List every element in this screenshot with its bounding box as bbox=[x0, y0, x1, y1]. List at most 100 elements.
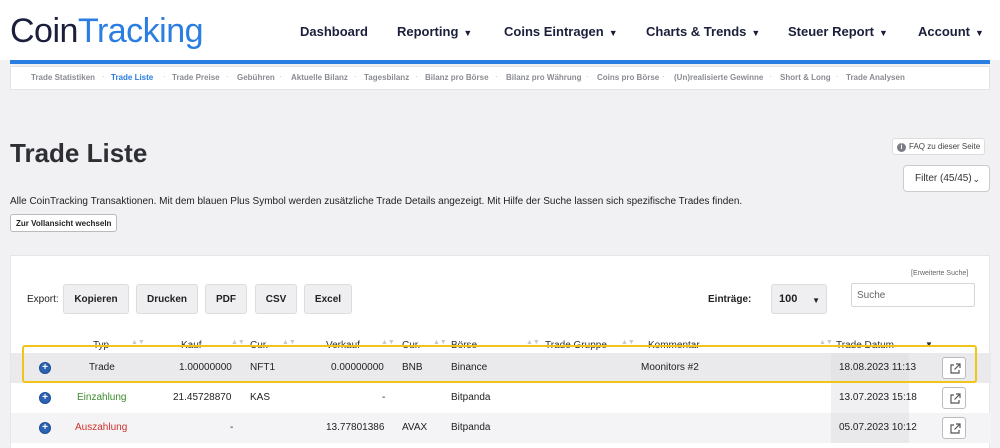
cell-type: Trade bbox=[89, 362, 115, 373]
subnav-aktuelle-bilanz[interactable]: Aktuelle Bilanz bbox=[291, 73, 348, 82]
cell-type: Auszahlung bbox=[75, 422, 128, 433]
col-header-cur-buy[interactable]: Cur. bbox=[250, 340, 268, 351]
nav-reporting[interactable]: Reporting ▼ bbox=[397, 24, 472, 39]
entries-label: Einträge: bbox=[708, 294, 752, 305]
sort-icon: ▲▼ bbox=[381, 339, 395, 346]
sort-icon: ▲▼ bbox=[819, 339, 833, 346]
cell-type: Einzahlung bbox=[77, 392, 127, 403]
cell-date: 18.08.2023 11:13 bbox=[839, 362, 917, 373]
entries-select[interactable]: 100 ▼ bbox=[771, 284, 827, 314]
export-excel-button[interactable]: Excel bbox=[304, 284, 352, 314]
plus-expand-icon[interactable]: + bbox=[39, 392, 51, 404]
cell-buy: 21.45728870 bbox=[173, 392, 232, 403]
col-header-verkauf[interactable]: Verkauf bbox=[326, 340, 360, 351]
plus-expand-icon[interactable]: + bbox=[39, 362, 51, 374]
plus-expand-icon[interactable]: + bbox=[39, 422, 51, 434]
export-print-button[interactable]: Drucken bbox=[136, 284, 198, 314]
caret-down-icon: ▼ bbox=[751, 28, 761, 38]
subnav-trade-analysen[interactable]: Trade Analysen bbox=[846, 73, 905, 82]
table-row[interactable]: + Trade 1.00000000 NFT1 0.00000000 BNB B… bbox=[11, 353, 991, 383]
subnav-gebuehren[interactable]: Gebühren bbox=[237, 73, 275, 82]
col-header-boerse[interactable]: Börse bbox=[451, 340, 477, 351]
page-title: Trade Liste bbox=[10, 138, 148, 168]
caret-down-icon: ▼ bbox=[878, 28, 888, 38]
nav-charts-trends[interactable]: Charts & Trends ▼ bbox=[646, 24, 760, 39]
col-header-cur-sell[interactable]: Cur. bbox=[402, 340, 420, 351]
subnav-short-long[interactable]: Short & Long bbox=[780, 73, 831, 82]
filter-dropdown[interactable]: Filter (45/45) ⌄ bbox=[903, 165, 990, 192]
subnav-trade-preise[interactable]: Trade Preise bbox=[172, 73, 220, 82]
cell-exchange: Bitpanda bbox=[451, 392, 491, 403]
col-header-typ[interactable]: Typ bbox=[93, 340, 109, 351]
chevron-down-icon: ⌄ bbox=[972, 174, 980, 184]
nav-dashboard[interactable]: Dashboard bbox=[300, 24, 368, 39]
external-link-icon bbox=[950, 393, 961, 404]
nav-label: Dashboard bbox=[300, 24, 368, 39]
nav-coins-eintragen[interactable]: Coins Eintragen ▼ bbox=[504, 24, 618, 39]
export-copy-button[interactable]: Kopieren bbox=[63, 284, 129, 314]
subnav-tagesbilanz[interactable]: Tagesbilanz bbox=[364, 73, 409, 82]
trade-table-card: [Erweiterte Suche] Export: Kopieren Druc… bbox=[10, 255, 991, 448]
faq-label: FAQ zu dieser Seite bbox=[909, 142, 981, 151]
external-link-icon bbox=[950, 423, 961, 434]
sort-desc-icon: ▼ bbox=[925, 340, 933, 349]
subnav-unrealisierte-gewinne[interactable]: (Un)realisierte Gewinne bbox=[674, 73, 763, 82]
nav-steuer-report[interactable]: Steuer Report ▼ bbox=[788, 24, 888, 39]
subnav-separator: · bbox=[495, 72, 498, 81]
page-description: Alle CoinTracking Transaktionen. Mit dem… bbox=[10, 196, 743, 207]
subnav-bilanz-pro-waehrung[interactable]: Bilanz pro Währung bbox=[506, 73, 582, 82]
subnav-separator: · bbox=[279, 72, 282, 81]
info-icon: i bbox=[897, 143, 906, 152]
col-header-trade-gruppe[interactable]: Trade Gruppe bbox=[545, 340, 607, 351]
cell-sell-cur: BNB bbox=[402, 362, 423, 373]
subnav-separator: · bbox=[586, 72, 589, 81]
sort-icon: ▲▼ bbox=[621, 339, 635, 346]
table-row[interactable]: + Auszahlung - 13.77801386 AVAX Bitpanda… bbox=[11, 413, 991, 443]
extended-search-link[interactable]: [Erweiterte Suche] bbox=[911, 270, 968, 277]
sort-icon: ▲▼ bbox=[526, 339, 540, 346]
cell-date: 13.07.2023 15:18 bbox=[839, 392, 917, 403]
sub-nav: Trade Statistiken · Trade Liste · Trade … bbox=[10, 66, 990, 90]
subnav-separator: · bbox=[354, 72, 357, 81]
faq-link[interactable]: i FAQ zu dieser Seite bbox=[892, 138, 986, 155]
entries-value: 100 bbox=[779, 293, 798, 305]
sort-icon: ▲▼ bbox=[282, 339, 296, 346]
cell-date: 05.07.2023 10:12 bbox=[839, 422, 917, 433]
nav-account[interactable]: Account ▼ bbox=[918, 24, 984, 39]
export-label: Export: bbox=[27, 294, 59, 305]
nav-label: Coins Eintragen bbox=[504, 24, 604, 39]
export-pdf-button[interactable]: PDF bbox=[205, 284, 247, 314]
cell-buy-cur: NFT1 bbox=[250, 362, 275, 373]
full-view-button[interactable]: Zur Vollansicht wechseln bbox=[10, 214, 118, 232]
cell-buy: 1.00000000 bbox=[179, 362, 232, 373]
subnav-separator: · bbox=[226, 72, 229, 81]
subnav-separator: · bbox=[662, 72, 665, 81]
table-row[interactable]: + Einzahlung 21.45728870 KAS - Bitpanda … bbox=[11, 383, 991, 413]
subnav-trade-liste[interactable]: Trade Liste bbox=[111, 73, 153, 82]
subnav-bilanz-pro-boerse[interactable]: Bilanz pro Börse bbox=[425, 73, 489, 82]
cell-comment: Moonitors #2 bbox=[641, 362, 699, 373]
col-header-kommentar[interactable]: Kommentar bbox=[648, 340, 700, 351]
top-header: CoinTracking Dashboard Reporting ▼ Coins … bbox=[0, 0, 1000, 60]
subnav-separator: · bbox=[769, 72, 772, 81]
sort-icon: ▲▼ bbox=[131, 339, 145, 346]
open-link-button[interactable] bbox=[942, 417, 966, 439]
subnav-separator: · bbox=[102, 72, 105, 81]
cell-sell: - bbox=[382, 392, 386, 403]
sort-icon: ▲▼ bbox=[433, 339, 447, 346]
cell-exchange: Bitpanda bbox=[451, 422, 491, 433]
cell-sell-cur: AVAX bbox=[402, 422, 428, 433]
col-header-trade-datum[interactable]: Trade Datum bbox=[836, 340, 894, 351]
col-header-kauf[interactable]: Kauf bbox=[181, 340, 202, 351]
open-link-button[interactable] bbox=[942, 357, 966, 379]
nav-label: Steuer Report bbox=[788, 24, 874, 39]
subnav-trade-statistiken[interactable]: Trade Statistiken bbox=[31, 73, 95, 82]
cell-exchange: Binance bbox=[451, 362, 488, 373]
search-input[interactable] bbox=[851, 283, 975, 307]
subnav-coins-pro-boerse[interactable]: Coins pro Börse bbox=[597, 73, 659, 82]
cell-buy-cur: KAS bbox=[250, 392, 271, 403]
export-csv-button[interactable]: CSV bbox=[255, 284, 297, 314]
subnav-separator: · bbox=[415, 72, 418, 81]
header-accent-bar bbox=[10, 60, 990, 64]
open-link-button[interactable] bbox=[942, 387, 966, 409]
